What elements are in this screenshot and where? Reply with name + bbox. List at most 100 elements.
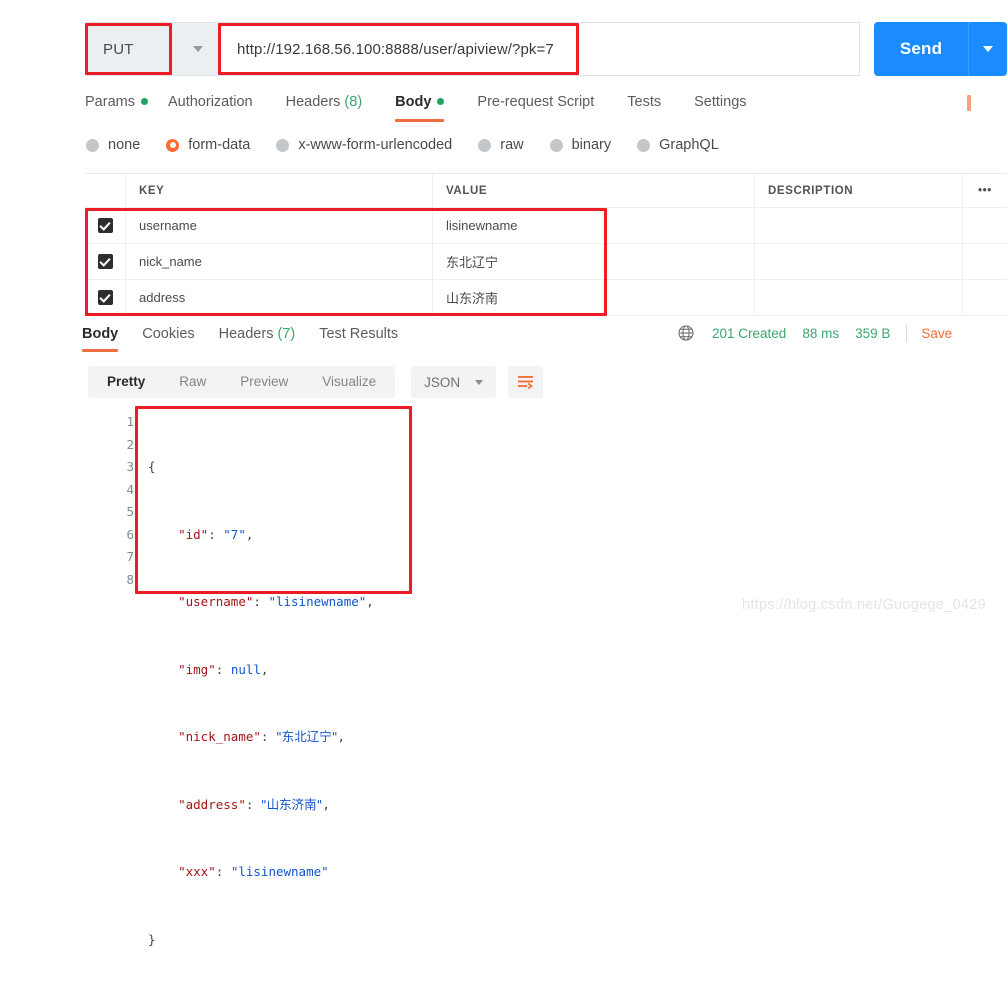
- json-value-username: "lisinewname": [268, 594, 367, 609]
- json-line-address: "address": "山东济南",: [178, 796, 330, 812]
- chevron-down-icon: [983, 46, 993, 52]
- chevron-down-icon: [193, 46, 203, 52]
- row-actions[interactable]: [963, 208, 1007, 243]
- view-mode-preview[interactable]: Preview: [223, 366, 305, 398]
- line-number: 3: [126, 459, 134, 474]
- tab-body[interactable]: Body: [395, 90, 465, 122]
- http-method-label: PUT: [103, 40, 134, 58]
- response-tab-cookies-label: Cookies: [142, 326, 195, 342]
- active-tab-underline: [82, 349, 119, 352]
- radio-form-data-label: form-data: [188, 137, 251, 153]
- request-tabs: Params Authorization Headers (8) Body Pre…: [85, 90, 780, 122]
- radio-graphql[interactable]: GraphQL: [637, 137, 719, 153]
- radio-binary[interactable]: binary: [549, 137, 611, 153]
- response-tabs: Body Cookies Headers (7) Test Results: [82, 324, 422, 352]
- radio-selected-icon: [166, 138, 180, 152]
- request-url-bar: PUT http://192.168.56.100:8888/user/apiv…: [85, 22, 1007, 76]
- radio-graphql-label: GraphQL: [659, 137, 719, 153]
- row-actions[interactable]: [963, 244, 1007, 279]
- table-options-button[interactable]: •••: [963, 174, 1007, 207]
- row-description-input[interactable]: [755, 208, 963, 243]
- view-mode-group: Pretty Raw Preview Visualize: [88, 366, 396, 398]
- row-key-input[interactable]: username: [126, 208, 433, 243]
- globe-icon: [678, 325, 694, 341]
- row-key-input[interactable]: nick_name: [126, 244, 433, 279]
- tab-tests[interactable]: Tests: [627, 90, 682, 122]
- table-header-row: KEY VALUE DESCRIPTION •••: [85, 174, 1007, 208]
- radio-form-data[interactable]: form-data: [166, 137, 250, 153]
- tab-authorization[interactable]: Authorization: [168, 90, 274, 122]
- json-line-open-brace: {: [148, 459, 156, 474]
- http-method-selector[interactable]: PUT: [85, 22, 221, 76]
- active-tab-underline: [395, 119, 445, 122]
- tab-headers[interactable]: Headers (8): [286, 90, 384, 122]
- json-code-content[interactable]: { "id": "7", "username": "lisinewname", …: [148, 411, 374, 996]
- line-number: 8: [126, 571, 134, 587]
- wrap-lines-icon: [518, 376, 534, 390]
- radio-x-www-form-urlencoded[interactable]: x-www-form-urlencoded: [276, 137, 452, 153]
- line-number: 5: [126, 504, 134, 519]
- tab-body-label: Body: [395, 94, 432, 110]
- tab-pre-request-script[interactable]: Pre-request Script: [477, 90, 615, 122]
- response-format-label: JSON: [424, 374, 461, 390]
- send-button[interactable]: Send: [874, 22, 968, 76]
- row-key-input[interactable]: address: [126, 280, 433, 315]
- json-value-nick-name: "东北辽宁": [275, 729, 338, 744]
- response-size: 359 B: [855, 325, 891, 341]
- tab-settings[interactable]: Settings: [694, 90, 767, 122]
- tabs-overflow-accent: [967, 95, 971, 111]
- radio-raw-label: raw: [500, 137, 524, 153]
- json-line-nick-name: "nick_name": "东北辽宁",: [178, 729, 345, 744]
- row-description-input[interactable]: [755, 244, 963, 279]
- view-mode-pretty[interactable]: Pretty: [90, 366, 162, 398]
- radio-none[interactable]: none: [86, 137, 140, 153]
- send-options-button[interactable]: [969, 22, 1007, 76]
- row-value-input[interactable]: 山东济南: [433, 280, 755, 315]
- radio-none-label: none: [108, 137, 141, 153]
- row-description-input[interactable]: [755, 280, 963, 315]
- response-status-bar: 201 Created 88 ms 359 B Save: [678, 324, 952, 342]
- row-actions[interactable]: [963, 280, 1007, 315]
- radio-icon: [86, 138, 99, 152]
- json-line-username: "username": "lisinewname",: [178, 594, 374, 609]
- response-tab-cookies[interactable]: Cookies: [142, 324, 194, 352]
- line-number: 1: [126, 414, 134, 429]
- radio-raw[interactable]: raw: [478, 137, 524, 153]
- save-response-button[interactable]: Save: [921, 326, 952, 341]
- row-checkbox[interactable]: [97, 218, 113, 233]
- response-tab-headers-label: Headers: [218, 326, 274, 342]
- response-tab-test-results-label: Test Results: [319, 326, 399, 342]
- header-value: VALUE: [433, 174, 755, 207]
- line-number: 6: [126, 526, 134, 542]
- tab-params[interactable]: Params: [85, 90, 156, 122]
- body-type-radio-group: none form-data x-www-form-urlencoded raw…: [86, 137, 745, 153]
- view-mode-raw[interactable]: Raw: [162, 366, 223, 398]
- line-number: 2: [126, 436, 134, 452]
- json-value-address: "山东济南": [260, 796, 323, 812]
- response-view-toolbar: Pretty Raw Preview Visualize JSON: [88, 366, 544, 398]
- header-checkbox-cell: [85, 174, 126, 207]
- json-line-id: "id": "7",: [178, 526, 254, 542]
- row-value-input[interactable]: 东北辽宁: [433, 244, 755, 279]
- json-value-img: null: [230, 661, 261, 677]
- wrap-lines-button[interactable]: [508, 366, 544, 398]
- json-value-id: "7": [223, 526, 246, 542]
- json-line-img: "img": null,: [178, 661, 269, 677]
- view-mode-visualize[interactable]: Visualize: [305, 366, 393, 398]
- radio-icon: [637, 138, 651, 152]
- divider: [906, 324, 908, 342]
- response-tab-headers-count: (7): [277, 326, 296, 342]
- response-tab-headers[interactable]: Headers (7): [219, 324, 296, 352]
- radio-icon: [276, 138, 290, 152]
- row-checkbox[interactable]: [97, 290, 113, 305]
- response-tab-body[interactable]: Body: [82, 324, 119, 352]
- response-format-selector[interactable]: JSON: [411, 366, 497, 398]
- row-checkbox-cell: [85, 208, 126, 243]
- json-value-xxx: "lisinewname": [230, 864, 329, 879]
- header-description: DESCRIPTION: [755, 174, 963, 207]
- row-value-input[interactable]: lisinewname: [433, 208, 755, 243]
- row-checkbox[interactable]: [97, 254, 113, 269]
- tab-authorization-label: Authorization: [167, 94, 253, 110]
- response-tab-test-results[interactable]: Test Results: [319, 324, 398, 352]
- url-input[interactable]: http://192.168.56.100:8888/user/apiview/…: [221, 22, 860, 76]
